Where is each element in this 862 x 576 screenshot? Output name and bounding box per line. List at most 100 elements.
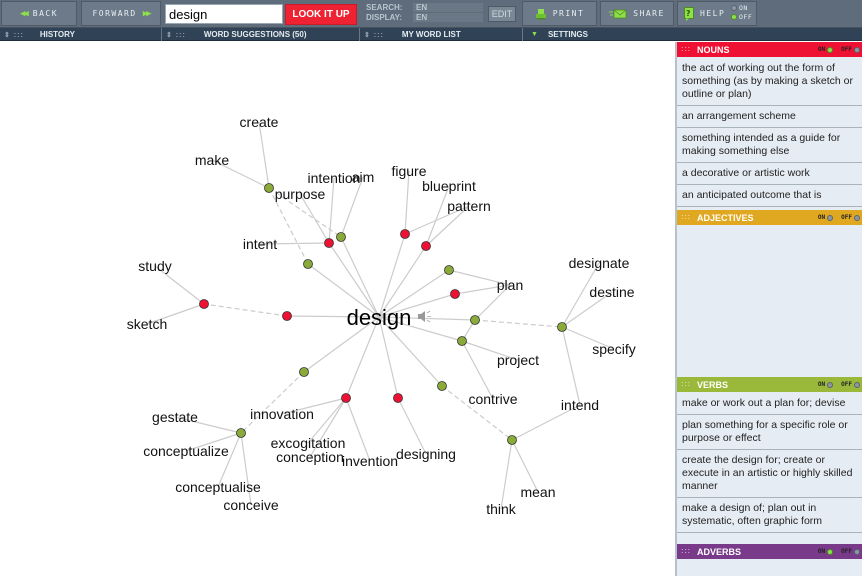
off-label: OFF — [841, 381, 852, 388]
verb-meaning-node[interactable] — [507, 435, 517, 445]
verb-meaning-node[interactable] — [444, 265, 454, 275]
verb-meaning-node[interactable] — [264, 183, 274, 193]
center-word[interactable]: design — [347, 305, 412, 330]
noun-meaning-node[interactable] — [393, 393, 403, 403]
word-node-gestate[interactable]: gestate — [152, 409, 198, 425]
radio-icon — [854, 214, 860, 221]
nouns-definition-item[interactable]: an arrangement scheme — [677, 106, 862, 128]
adverbs-off-toggle[interactable]: OFF — [841, 548, 860, 555]
word-node-plan[interactable]: plan — [497, 277, 523, 293]
radio-icon — [731, 5, 737, 11]
word-node-make[interactable]: make — [195, 152, 229, 168]
off-label: OFF — [841, 214, 852, 221]
radio-icon — [827, 214, 834, 221]
verbs-definition-item[interactable]: create the design for; create or execute… — [677, 450, 862, 498]
word-node-think[interactable]: think — [486, 501, 517, 517]
verb-meaning-node[interactable] — [437, 381, 447, 391]
word-node-study[interactable]: study — [138, 258, 171, 274]
drag-handle-icon: ::: — [681, 381, 691, 388]
word-node-conceptualize[interactable]: conceptualize — [143, 443, 229, 459]
nouns-header[interactable]: ::: NOUNS ON OFF — [677, 42, 862, 57]
adjectives-off-toggle[interactable]: OFF — [841, 214, 860, 221]
visual-thesaurus-app: ◀◀ BACK FORWARD ▶▶ LOOK IT UP SEARCH: EN… — [0, 0, 862, 576]
word-node-invention[interactable]: invention — [342, 453, 398, 469]
word-node-conceive[interactable]: conceive — [223, 497, 278, 513]
drag-handle-icon: ::: — [681, 46, 691, 53]
word-node-project[interactable]: project — [497, 352, 539, 368]
edge — [500, 439, 513, 510]
verbs-definitions: make or work out a plan for; devise plan … — [677, 393, 862, 543]
radio-icon — [854, 381, 860, 388]
verb-meaning-node[interactable] — [470, 315, 480, 325]
nouns-definition-item[interactable]: something intended as a guide for making… — [677, 128, 862, 163]
verb-meaning-node[interactable] — [336, 232, 346, 242]
word-map-canvas[interactable]: createmakepurposeintentionaimintentfigur… — [0, 0, 675, 576]
nouns-off-toggle[interactable]: OFF — [841, 46, 860, 53]
off-label: OFF — [841, 46, 852, 53]
radio-icon — [854, 548, 860, 555]
noun-meaning-node[interactable] — [324, 238, 334, 248]
word-node-specify[interactable]: specify — [592, 341, 636, 357]
word-node-figure[interactable]: figure — [391, 163, 426, 179]
nouns-on-toggle[interactable]: ON — [817, 46, 834, 53]
word-node-pattern[interactable]: pattern — [447, 198, 491, 214]
nouns-definition-item[interactable]: an anticipated outcome that is — [677, 185, 862, 207]
verbs-title: VERBS — [697, 379, 729, 390]
word-node-innovation[interactable]: innovation — [250, 406, 314, 422]
word-node-mean[interactable]: mean — [520, 484, 555, 500]
word-node-intend[interactable]: intend — [561, 397, 599, 413]
verbs-definition-item[interactable]: make a design of; plan out in systematic… — [677, 498, 862, 533]
word-map[interactable]: create make purpose intention aim intent figur… — [0, 42, 675, 576]
word-node-contrive[interactable]: contrive — [468, 391, 517, 407]
on-label: ON — [817, 548, 826, 555]
adverbs-on-toggle[interactable]: ON — [817, 548, 834, 555]
help-off-toggle[interactable]: OFF — [731, 13, 752, 21]
on-label: ON — [817, 46, 826, 53]
speaker-icon[interactable] — [418, 310, 431, 323]
radio-selected-icon — [827, 548, 834, 555]
word-node-blueprint[interactable]: blueprint — [422, 178, 476, 194]
noun-meaning-node[interactable] — [421, 241, 431, 251]
verbs-on-toggle[interactable]: ON — [818, 381, 834, 388]
nouns-title: NOUNS — [697, 44, 730, 55]
edge — [328, 177, 335, 244]
word-node-intent[interactable]: intent — [243, 236, 277, 252]
verbs-definition-item[interactable]: make or work out a plan for; devise — [677, 393, 862, 415]
verbs-off-toggle[interactable]: OFF — [841, 381, 860, 388]
noun-meaning-node[interactable] — [400, 229, 410, 239]
svg-text:?: ? — [686, 9, 692, 18]
noun-meaning-node[interactable] — [450, 289, 460, 299]
word-node-destine[interactable]: destine — [589, 284, 634, 300]
adjectives-on-toggle[interactable]: ON — [818, 214, 834, 221]
noun-meaning-node[interactable] — [282, 311, 292, 321]
verbs-header[interactable]: ::: VERBS ON OFF — [677, 377, 862, 392]
adjectives-header[interactable]: ::: ADJECTIVES ON OFF — [677, 210, 862, 225]
verb-meaning-node[interactable] — [236, 428, 246, 438]
word-node-designate[interactable]: designate — [569, 255, 630, 271]
word-node-aim[interactable]: aim — [352, 169, 375, 185]
noun-meaning-node[interactable] — [199, 299, 209, 309]
word-node-designing[interactable]: designing — [396, 446, 456, 462]
radio-icon — [827, 381, 834, 388]
verb-meaning-node[interactable] — [299, 367, 309, 377]
definitions-sidebar: ::: NOUNS ON OFF the act of working out … — [675, 42, 862, 576]
word-node-conceptualise[interactable]: conceptualise — [175, 479, 261, 495]
nouns-definition-item[interactable]: a decorative or artistic work — [677, 163, 862, 185]
word-node-create[interactable]: create — [240, 114, 279, 130]
adverbs-title: ADVERBS — [697, 546, 742, 557]
noun-meaning-node[interactable] — [341, 393, 351, 403]
verb-meaning-node[interactable] — [557, 322, 567, 332]
word-node-conception[interactable]: conception — [276, 449, 344, 465]
help-on-toggle[interactable]: ON — [731, 4, 748, 12]
adverbs-header[interactable]: ::: ADVERBS ON OFF — [677, 544, 862, 559]
verb-meaning-node[interactable] — [303, 259, 313, 269]
word-node-sketch[interactable]: sketch — [127, 316, 167, 332]
nouns-definition-item[interactable]: the act of working out the form of somet… — [677, 58, 862, 106]
help-label: HELP — [700, 9, 726, 18]
radio-selected-icon — [731, 14, 737, 20]
help-icon: ? — [684, 6, 694, 21]
word-node-purpose[interactable]: purpose — [275, 186, 326, 202]
verb-meaning-node[interactable] — [457, 336, 467, 346]
dashed-edge — [240, 371, 305, 434]
verbs-definition-item[interactable]: plan something for a specific role or pu… — [677, 415, 862, 450]
